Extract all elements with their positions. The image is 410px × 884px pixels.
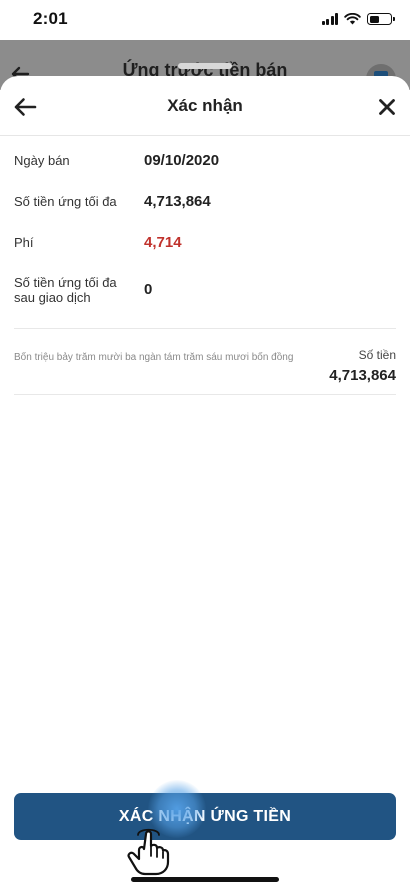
- sheet-title: Xác nhận: [167, 96, 243, 115]
- home-indicator: [131, 877, 279, 882]
- max-after-value: 0: [144, 281, 153, 298]
- max-after-label: Số tiền ứng tối đa sau giao dịch: [14, 275, 117, 305]
- status-bar: 2:01: [0, 0, 410, 40]
- battery-icon: [367, 13, 395, 25]
- fee-value: 4,714: [144, 234, 182, 251]
- max-advance-label: Số tiền ứng tối đa: [14, 194, 117, 209]
- cellular-signal-icon: [321, 13, 338, 25]
- divider: [14, 328, 396, 329]
- sale-date-value: 09/10/2020: [144, 152, 220, 169]
- amount-caption: Số tiền: [358, 348, 396, 362]
- status-time: 2:01: [33, 9, 68, 28]
- sheet-grabber[interactable]: [178, 63, 232, 69]
- sheet-header: Xác nhận: [0, 76, 410, 136]
- status-icons: [321, 12, 395, 26]
- sale-date-label: Ngày bán: [14, 153, 70, 168]
- wifi-icon: [344, 13, 361, 25]
- amount-total: 4,713,864: [329, 367, 396, 384]
- close-button[interactable]: [370, 90, 404, 124]
- fee-label: Phí: [14, 235, 34, 250]
- close-icon: [379, 99, 395, 115]
- confirm-advance-button[interactable]: XÁC NHẬN ỨNG TIỀN: [14, 793, 396, 840]
- confirm-sheet: Xác nhận Ngày bán 09/10/2020 Số tiền ứng…: [0, 63, 410, 884]
- max-advance-value: 4,713,864: [144, 193, 211, 210]
- amount-in-words: Bốn triệu bảy trăm mười ba ngàn tám trăm…: [14, 352, 294, 363]
- divider: [14, 394, 396, 395]
